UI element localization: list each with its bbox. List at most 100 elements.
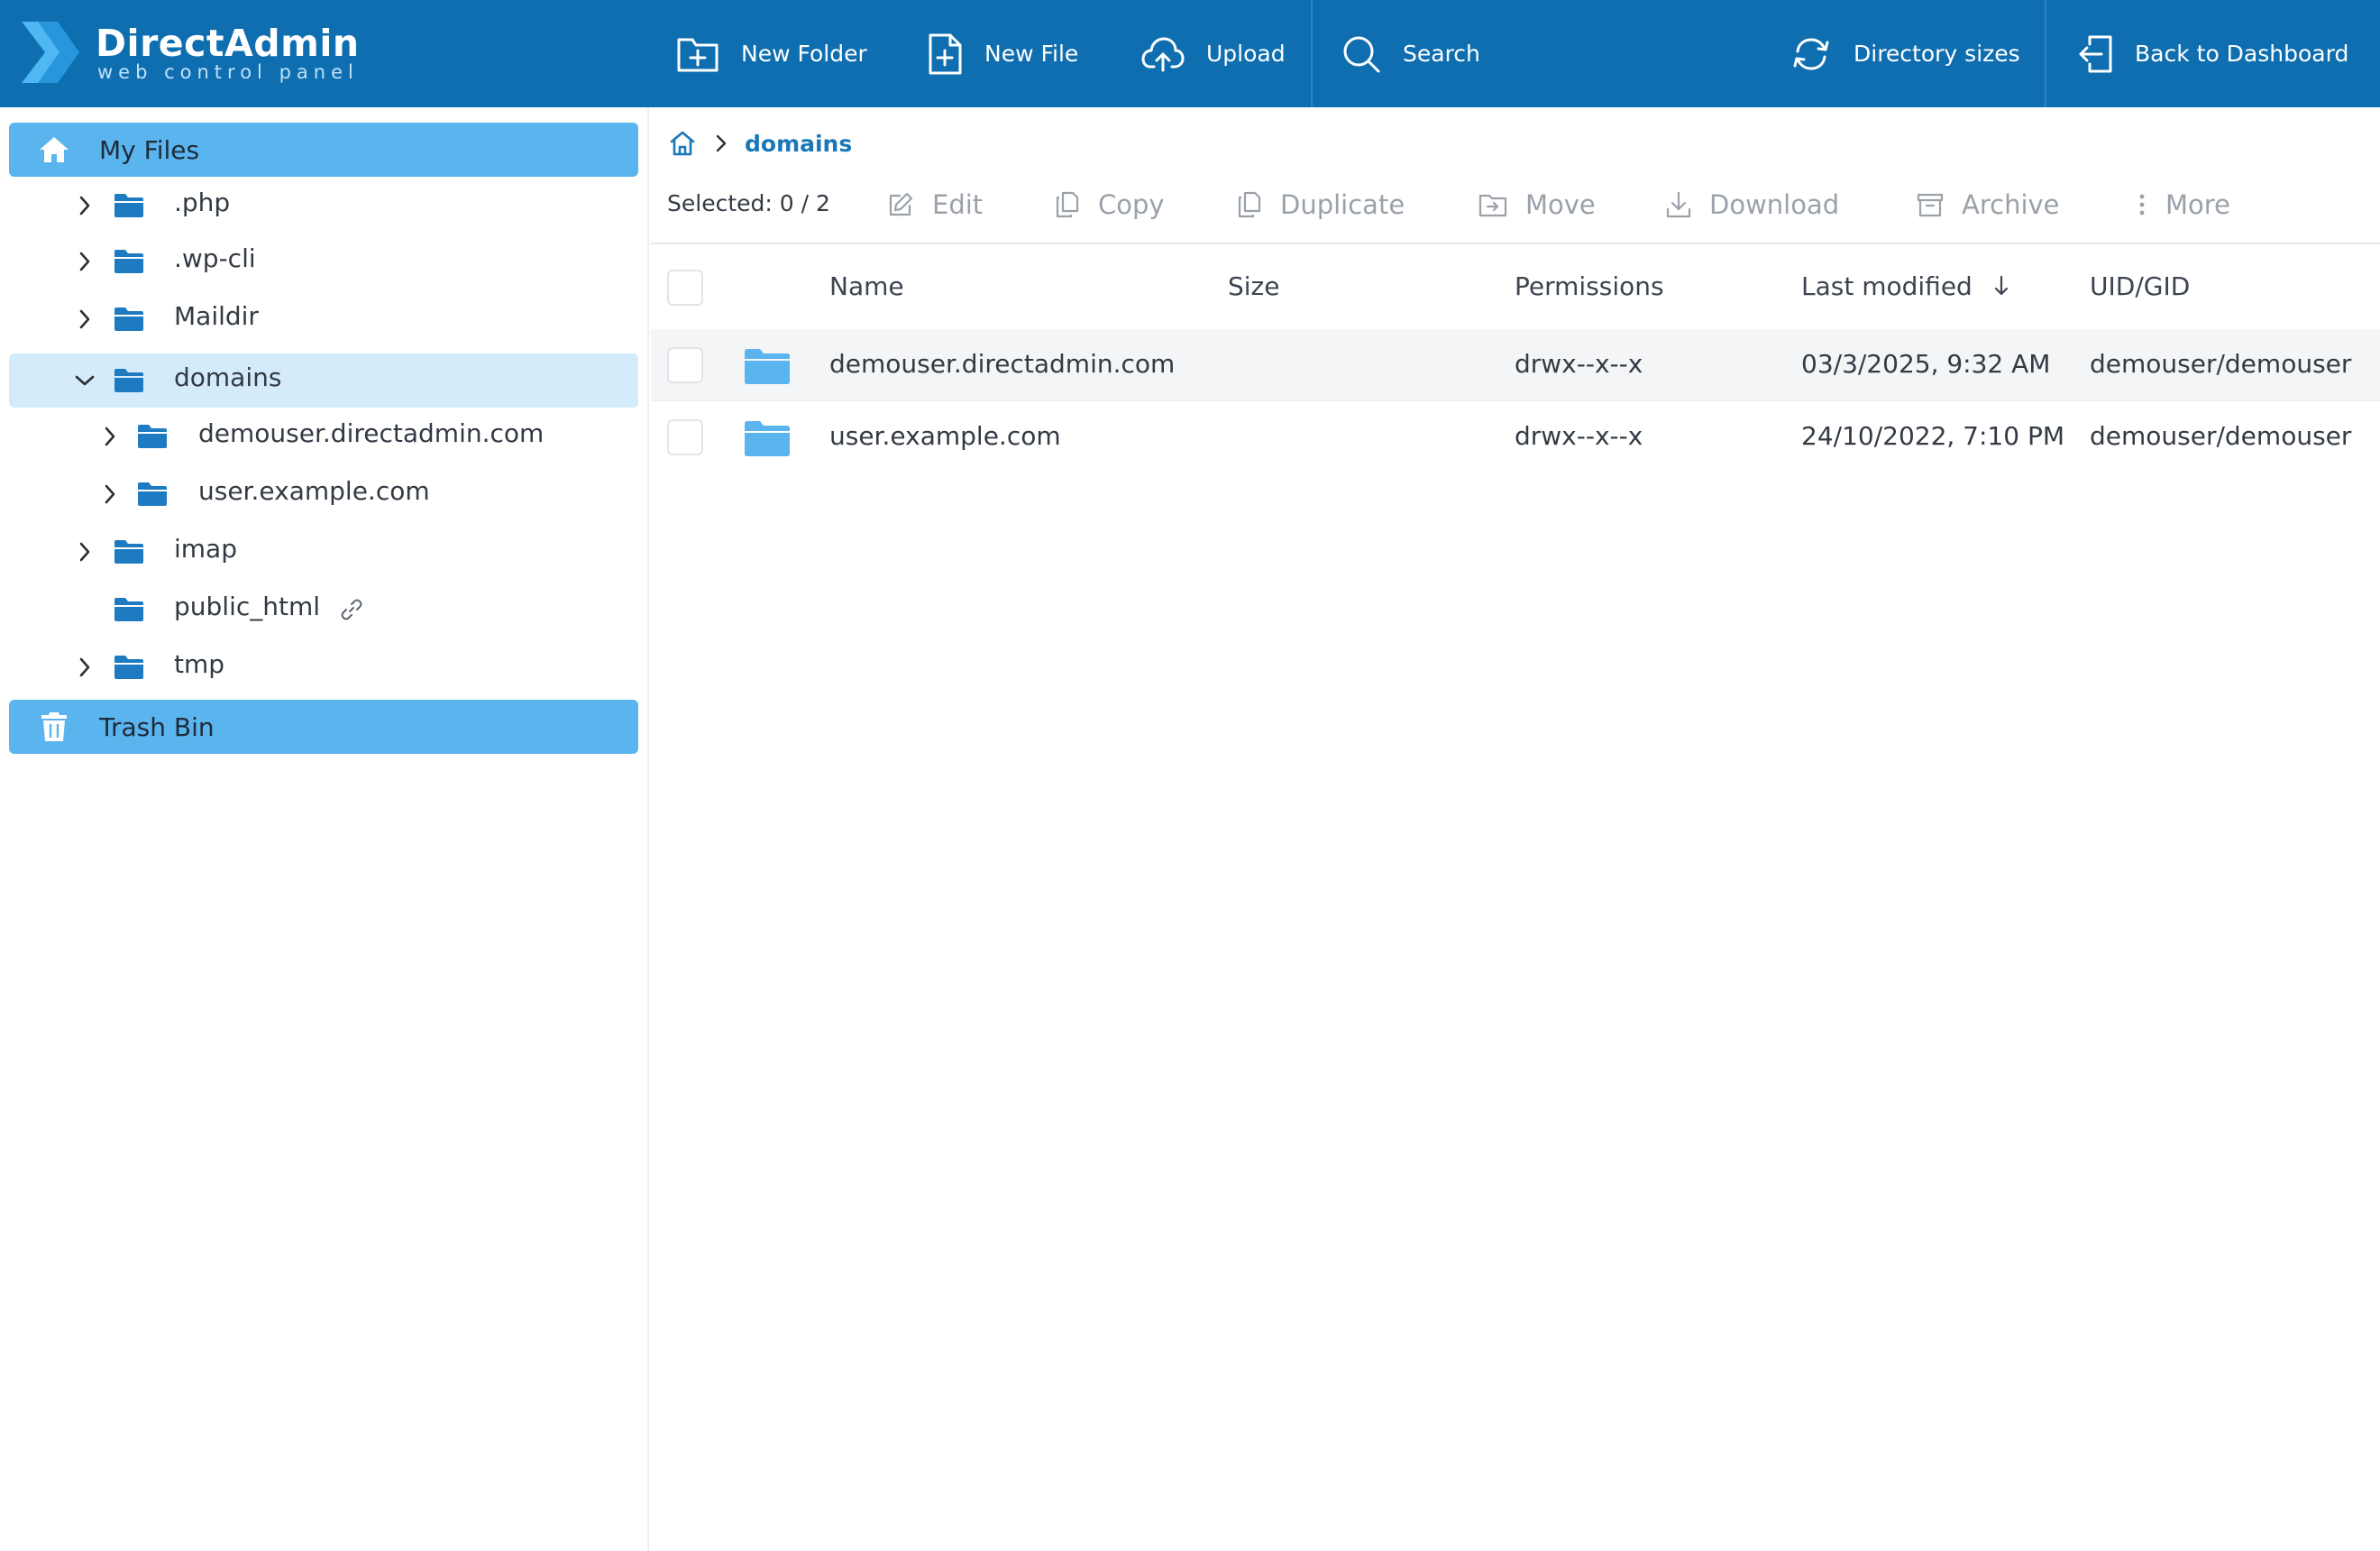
tree-item-wp-cli[interactable]: .wp-cli xyxy=(9,234,638,289)
tree-item-maildir[interactable]: Maildir xyxy=(9,292,638,346)
archive-icon xyxy=(1917,193,1944,217)
pencil-icon xyxy=(889,192,913,216)
directory-sizes-button[interactable]: Directory sizes xyxy=(1790,0,2020,107)
sidebar: My Files .php .wp-cli Maildir domains de… xyxy=(0,107,649,1551)
tree-item-public-html[interactable]: public_html xyxy=(9,583,638,637)
chevron-right-icon[interactable] xyxy=(99,483,121,505)
row-checkbox[interactable] xyxy=(667,419,703,455)
action-toolbar: Selected: 0 / 2 Edit Copy Duplicate Move… xyxy=(651,169,2380,244)
search-icon xyxy=(1343,36,1380,72)
chevron-right-icon[interactable] xyxy=(74,195,96,216)
copy-button[interactable]: Copy xyxy=(1055,187,1165,223)
more-label: More xyxy=(2165,189,2230,220)
exit-icon xyxy=(2079,35,2112,72)
column-last-modified[interactable]: Last modified xyxy=(1801,271,2009,301)
chevron-down-icon[interactable] xyxy=(74,370,96,391)
column-last-modified-label: Last modified xyxy=(1801,271,1973,301)
tree-item-user-example-com[interactable]: user.example.com xyxy=(9,467,638,521)
chevron-right-icon[interactable] xyxy=(74,656,96,678)
file-modified: 03/3/2025, 9:32 AM xyxy=(1801,349,2051,379)
folder-icon xyxy=(114,369,143,392)
tree-item-label: .wp-cli xyxy=(174,243,256,273)
folder-icon xyxy=(745,421,790,456)
file-owner: demouser/demouser xyxy=(2090,421,2352,451)
duplicate-button[interactable]: Duplicate xyxy=(1237,187,1405,223)
chevron-right-icon[interactable] xyxy=(74,541,96,563)
file-modified: 24/10/2022, 7:10 PM xyxy=(1801,421,2065,451)
tree-item-demouser-directadmin-com[interactable]: demouser.directadmin.com xyxy=(9,409,638,463)
folder-icon xyxy=(138,425,167,448)
tree-item-label: tmp xyxy=(174,649,225,679)
tree-item-php[interactable]: .php xyxy=(9,179,638,233)
more-vertical-icon xyxy=(2139,194,2145,216)
move-icon xyxy=(1478,194,1507,217)
tree-item-label: imap xyxy=(174,534,237,564)
new-file-button[interactable]: New File xyxy=(927,0,1078,107)
folder-icon xyxy=(138,482,167,506)
logo-title: DirectAdmin xyxy=(96,22,360,65)
upload-label: Upload xyxy=(1206,41,1286,67)
tree-item-imap[interactable]: imap xyxy=(9,525,638,579)
row-checkbox[interactable] xyxy=(667,347,703,383)
more-button[interactable]: More xyxy=(2137,187,2230,223)
select-all-checkbox[interactable] xyxy=(667,270,703,306)
chevron-right-icon xyxy=(716,134,727,152)
tree-item-label: .php xyxy=(174,188,231,217)
tree-item-domains[interactable]: domains xyxy=(9,353,638,408)
back-to-dashboard-label: Back to Dashboard xyxy=(2135,41,2349,67)
directadmin-logo[interactable]: DirectAdmin web control panel xyxy=(18,16,359,92)
tree-item-label: public_html xyxy=(174,592,321,621)
download-button[interactable]: Download xyxy=(1666,187,1839,223)
sort-down-arrow-icon xyxy=(1994,275,2008,296)
tree-item-tmp[interactable]: tmp xyxy=(9,640,638,694)
duplicate-label: Duplicate xyxy=(1280,189,1405,220)
selected-count: 0 / 2 xyxy=(779,190,830,216)
new-file-label: New File xyxy=(984,41,1079,67)
new-folder-button[interactable]: New Folder xyxy=(676,0,867,107)
duplicate-icon xyxy=(1238,191,1261,218)
new-file-icon xyxy=(929,33,962,74)
home-icon xyxy=(9,135,99,164)
logo-subtitle: web control panel xyxy=(97,61,359,83)
move-button[interactable]: Move xyxy=(1478,187,1596,223)
tree-item-label: demouser.directadmin.com xyxy=(198,418,545,448)
copy-label: Copy xyxy=(1098,189,1165,220)
file-permissions: drwx--x--x xyxy=(1515,349,1643,379)
chevron-right-icon[interactable] xyxy=(99,426,121,447)
column-uid-gid[interactable]: UID/GID xyxy=(2090,271,2190,301)
top-header: DirectAdmin web control panel New Folder… xyxy=(0,0,2380,107)
header-divider xyxy=(2045,0,2046,107)
file-name[interactable]: user.example.com xyxy=(829,421,1061,451)
column-permissions[interactable]: Permissions xyxy=(1515,271,1664,301)
header-divider xyxy=(1311,0,1313,107)
upload-button[interactable]: Upload xyxy=(1141,0,1286,107)
table-row[interactable]: user.example.com drwx--x--x 24/10/2022, … xyxy=(651,401,2380,473)
file-owner: demouser/demouser xyxy=(2090,349,2352,379)
chevron-right-icon[interactable] xyxy=(74,308,96,330)
sidebar-item-trash-bin[interactable]: Trash Bin xyxy=(9,700,638,754)
breadcrumb-current[interactable]: domains xyxy=(745,131,852,157)
archive-button[interactable]: Archive xyxy=(1917,187,2060,223)
file-browser-main: domains Selected: 0 / 2 Edit Copy Duplic… xyxy=(651,107,2380,1551)
file-name[interactable]: demouser.directadmin.com xyxy=(829,349,1175,379)
column-name[interactable]: Name xyxy=(829,271,904,301)
back-to-dashboard-button[interactable]: Back to Dashboard xyxy=(2077,0,2348,107)
table-row[interactable]: demouser.directadmin.com drwx--x--x 03/3… xyxy=(651,329,2380,401)
trash-icon xyxy=(9,711,99,742)
home-outline-icon[interactable] xyxy=(669,130,696,157)
download-icon xyxy=(1666,191,1691,218)
archive-label: Archive xyxy=(1962,189,2060,220)
new-folder-icon xyxy=(677,38,719,71)
edit-button[interactable]: Edit xyxy=(887,187,983,223)
folder-icon xyxy=(114,598,143,621)
new-folder-label: New Folder xyxy=(741,41,867,67)
folder-icon xyxy=(745,349,790,384)
move-label: Move xyxy=(1525,189,1596,220)
chevron-right-icon[interactable] xyxy=(74,251,96,272)
my-files-label: My Files xyxy=(99,134,200,165)
sidebar-item-my-files[interactable]: My Files xyxy=(9,123,638,177)
column-size[interactable]: Size xyxy=(1228,271,1279,301)
search-button[interactable]: Search xyxy=(1341,0,1480,107)
tree-item-label: user.example.com xyxy=(198,476,430,506)
link-icon xyxy=(341,599,362,620)
